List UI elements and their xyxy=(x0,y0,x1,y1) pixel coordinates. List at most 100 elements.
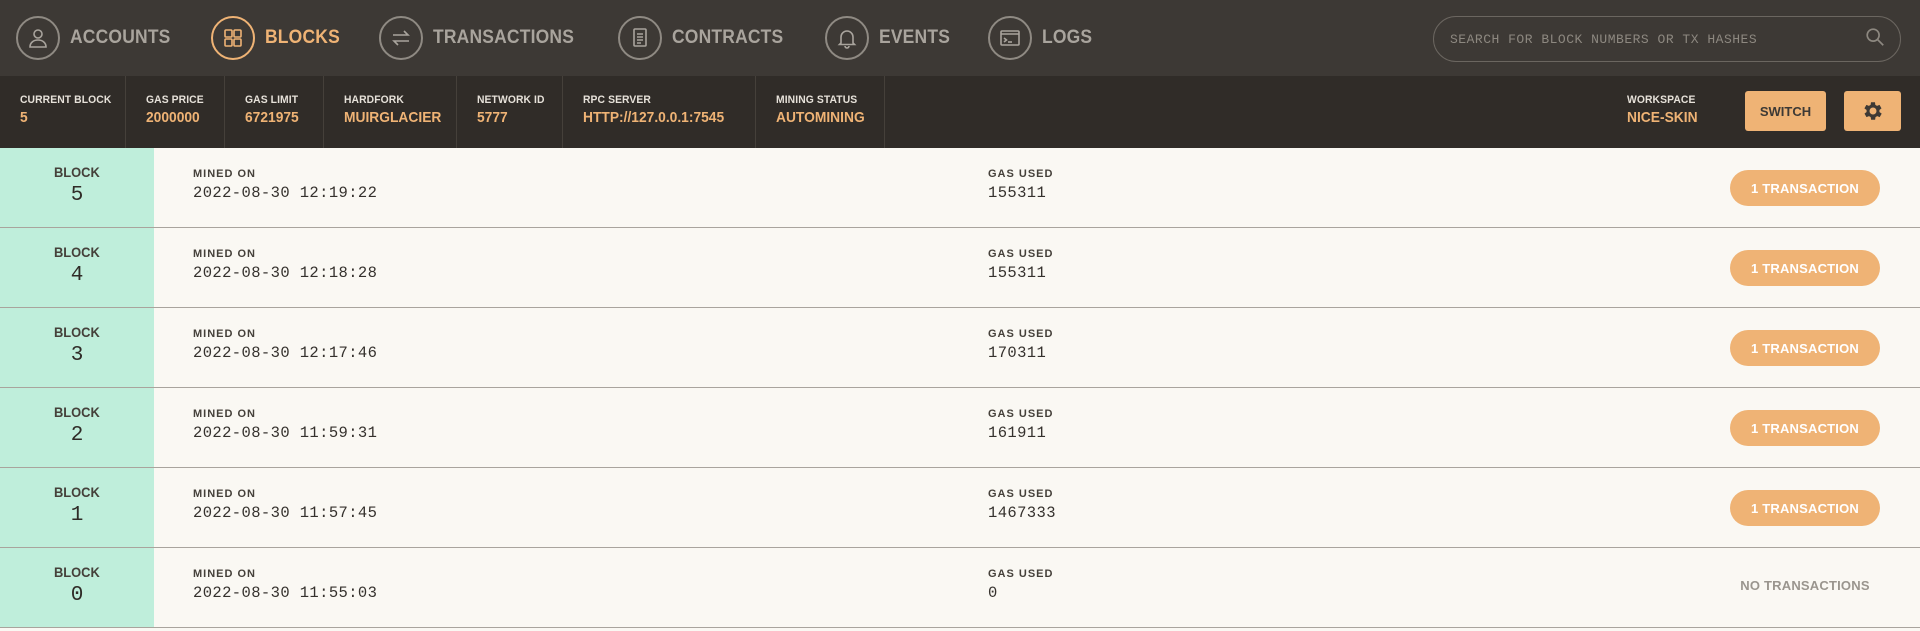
block-row[interactable]: BLOCK 3 MINED ON 2022-08-30 12:17:46 GAS… xyxy=(0,308,1920,388)
mined-on-label: MINED ON xyxy=(193,408,256,420)
mined-on-value: 2022-08-30 12:19:22 xyxy=(193,184,378,202)
mined-on-label: MINED ON xyxy=(193,248,256,260)
stat-label: GAS PRICE xyxy=(146,94,204,106)
search-icon[interactable] xyxy=(1864,26,1886,53)
block-id: BLOCK 2 xyxy=(0,388,154,467)
mined-on-value: 2022-08-30 11:59:31 xyxy=(193,424,378,442)
stat-rpc-server: RPC SERVER HTTP://127.0.0.1:7545 xyxy=(563,76,756,148)
nav-item-accounts[interactable]: ACCOUNTS xyxy=(16,0,179,76)
stat-network-id: NETWORK ID 5777 xyxy=(457,76,563,148)
nav-item-blocks[interactable]: BLOCKS xyxy=(211,0,346,76)
gas-used-label: GAS USED xyxy=(988,328,1054,340)
mined-on-field: MINED ON 2022-08-30 12:17:46 xyxy=(193,328,377,362)
nav-label-blocks: BLOCKS xyxy=(265,27,341,48)
block-list: BLOCK 5 MINED ON 2022-08-30 12:19:22 GAS… xyxy=(0,148,1920,628)
block-id: BLOCK 5 xyxy=(0,148,154,227)
switch-workspace-button[interactable]: SWITCH xyxy=(1745,91,1826,131)
nav-label-contracts: CONTRACTS xyxy=(672,27,784,48)
mined-on-field: MINED ON 2022-08-30 11:55:03 xyxy=(193,568,377,602)
gas-used-value: 1467333 xyxy=(988,504,1056,522)
block-word: BLOCK xyxy=(54,484,100,500)
terminal-icon xyxy=(988,16,1033,60)
mined-on-field: MINED ON 2022-08-30 12:19:22 xyxy=(193,168,377,202)
block-row[interactable]: BLOCK 2 MINED ON 2022-08-30 11:59:31 GAS… xyxy=(0,388,1920,468)
mined-on-field: MINED ON 2022-08-30 11:59:31 xyxy=(193,408,377,442)
gas-used-label: GAS USED xyxy=(988,568,1054,580)
block-id: BLOCK 1 xyxy=(0,468,154,547)
block-row[interactable]: BLOCK 0 MINED ON 2022-08-30 11:55:03 GAS… xyxy=(0,548,1920,628)
transaction-count-button[interactable]: 1 TRANSACTION xyxy=(1730,250,1880,286)
stat-value: 2000000 xyxy=(146,109,200,126)
stat-gas-limit: GAS LIMIT 6721975 xyxy=(225,76,324,148)
nav-label-accounts: ACCOUNTS xyxy=(70,27,171,48)
gear-icon xyxy=(1863,102,1882,120)
block-word: BLOCK xyxy=(54,324,100,340)
nav-item-logs[interactable]: LOGS xyxy=(988,0,1097,76)
block-word: BLOCK xyxy=(54,244,100,260)
gas-used-label: GAS USED xyxy=(988,168,1054,180)
gas-used-field: GAS USED 0 xyxy=(988,568,1053,602)
no-transactions-label: NO TRANSACTIONS xyxy=(1740,578,1870,593)
nav-item-transactions[interactable]: TRANSACTIONS xyxy=(378,0,586,76)
mined-on-field: MINED ON 2022-08-30 12:18:28 xyxy=(193,248,377,282)
block-id: BLOCK 0 xyxy=(0,548,154,627)
block-row[interactable]: BLOCK 4 MINED ON 2022-08-30 12:18:28 GAS… xyxy=(0,228,1920,308)
nav-label-logs: LOGS xyxy=(1042,27,1093,48)
gas-used-value: 0 xyxy=(988,584,998,602)
stat-label: MINING STATUS xyxy=(776,94,858,106)
stat-value: 5 xyxy=(20,109,28,126)
gas-used-value: 161911 xyxy=(988,424,1047,442)
block-id: BLOCK 4 xyxy=(0,228,154,307)
workspace-name: NICE-SKIN xyxy=(1627,109,1698,126)
transaction-count-button[interactable]: 1 TRANSACTION xyxy=(1730,330,1880,366)
transaction-count-button[interactable]: 1 TRANSACTION xyxy=(1730,170,1880,206)
gas-used-value: 170311 xyxy=(988,344,1047,362)
mined-on-label: MINED ON xyxy=(193,488,256,500)
stat-value: 6721975 xyxy=(245,109,299,126)
stat-value: 5777 xyxy=(477,109,508,126)
gas-used-field: GAS USED 155311 xyxy=(988,248,1053,282)
bell-icon xyxy=(825,16,870,60)
transaction-count-button[interactable]: 1 TRANSACTION xyxy=(1730,490,1880,526)
workspace-label: WORKSPACE xyxy=(1627,94,1696,106)
workspace-info: WORKSPACE NICE-SKIN xyxy=(1627,94,1704,126)
nav-item-events[interactable]: EVENTS xyxy=(825,0,956,76)
search-box[interactable] xyxy=(1433,16,1901,62)
user-icon xyxy=(16,16,60,60)
block-number: 1 xyxy=(70,504,84,527)
transaction-count-button[interactable]: 1 TRANSACTION xyxy=(1730,410,1880,446)
block-id: BLOCK 3 xyxy=(0,308,154,387)
mined-on-label: MINED ON xyxy=(193,328,256,340)
status-bar: CURRENT BLOCK 5 GAS PRICE 2000000 GAS LI… xyxy=(0,76,1920,148)
gas-used-label: GAS USED xyxy=(988,408,1054,420)
block-number: 4 xyxy=(70,264,84,287)
mined-on-value: 2022-08-30 12:17:46 xyxy=(193,344,378,362)
gas-used-value: 155311 xyxy=(988,184,1047,202)
stat-value: HTTP://127.0.0.1:7545 xyxy=(583,109,725,126)
stat-label: RPC SERVER xyxy=(583,94,651,106)
gas-used-field: GAS USED 1467333 xyxy=(988,488,1056,522)
block-number: 3 xyxy=(70,344,84,367)
gas-used-label: GAS USED xyxy=(988,248,1054,260)
block-number: 5 xyxy=(70,184,84,207)
settings-button[interactable] xyxy=(1844,91,1901,131)
stat-label: CURRENT BLOCK xyxy=(20,94,112,106)
stat-label: NETWORK ID xyxy=(477,94,545,106)
mined-on-field: MINED ON 2022-08-30 11:57:45 xyxy=(193,488,377,522)
grid-icon xyxy=(211,16,256,60)
stat-mining-status: MINING STATUS AUTOMINING xyxy=(756,76,885,148)
block-word: BLOCK xyxy=(54,564,100,580)
stat-current-block: CURRENT BLOCK 5 xyxy=(0,76,126,148)
mined-on-value: 2022-08-30 11:55:03 xyxy=(193,584,378,602)
gas-used-label: GAS USED xyxy=(988,488,1054,500)
mined-on-label: MINED ON xyxy=(193,568,256,580)
block-number: 0 xyxy=(70,584,84,607)
stat-label: HARDFORK xyxy=(344,94,404,106)
stat-value: MUIRGLACIER xyxy=(344,109,442,126)
search-input[interactable] xyxy=(1450,31,1864,47)
block-row[interactable]: BLOCK 1 MINED ON 2022-08-30 11:57:45 GAS… xyxy=(0,468,1920,548)
stat-value: AUTOMINING xyxy=(776,109,865,126)
block-word: BLOCK xyxy=(54,164,100,180)
block-row[interactable]: BLOCK 5 MINED ON 2022-08-30 12:19:22 GAS… xyxy=(0,148,1920,228)
nav-item-contracts[interactable]: CONTRACTS xyxy=(618,0,793,76)
